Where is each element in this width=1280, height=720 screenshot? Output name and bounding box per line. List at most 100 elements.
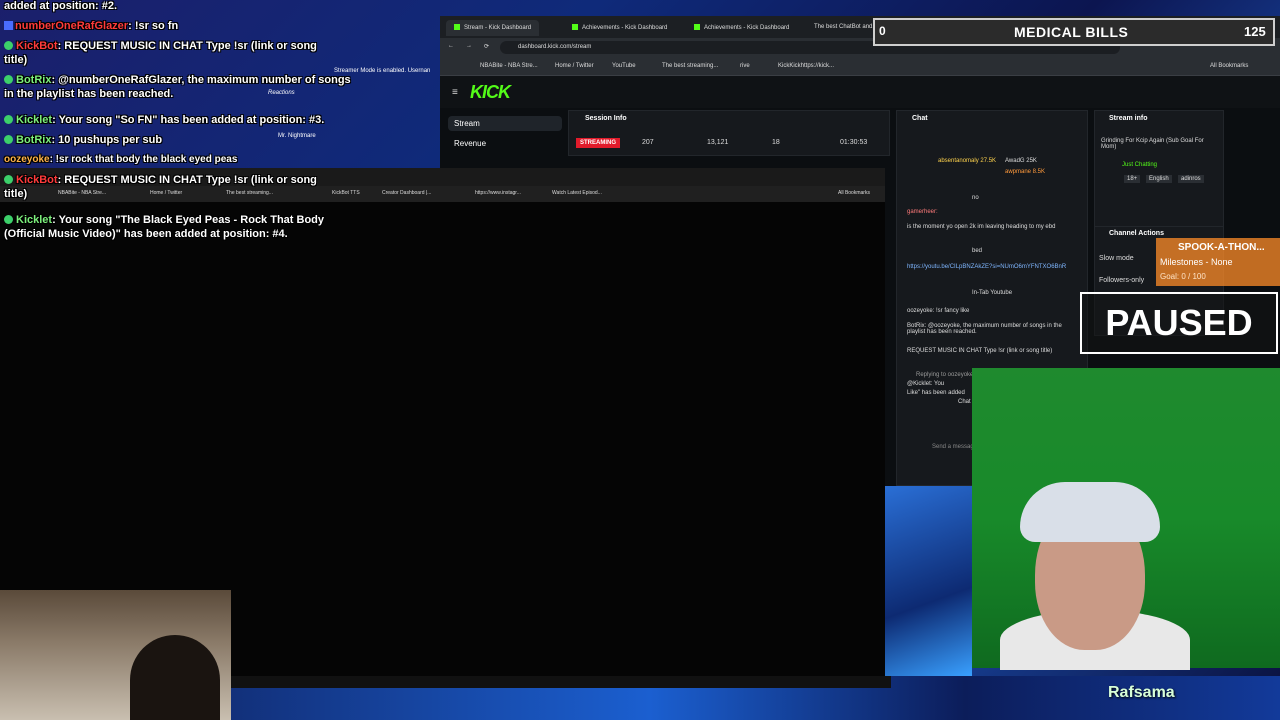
webcam-durag (1020, 482, 1160, 542)
followers-only-toggle[interactable]: Followers-only (1099, 277, 1144, 284)
chat-input[interactable]: Send a message (932, 444, 977, 450)
bookmark-kickbot-tts[interactable]: KickBot TTS (332, 190, 360, 196)
stream-tag: adinros (1178, 175, 1204, 183)
kick-header: ≡ (440, 76, 1280, 108)
stream-tag: English (1146, 175, 1172, 183)
overlay-line: numberOneRafGlazer: !sr so fn (4, 20, 178, 32)
taskbar-strip (231, 676, 891, 688)
chat-message: oozeyoke: !sr fancy like (907, 308, 970, 314)
overlay-line: BotRix: 10 pushups per sub (4, 134, 162, 146)
subs-count: 18 (772, 139, 780, 146)
overlay-line: BotRix: @numberOneRafGlazer, the maximum… (4, 74, 351, 86)
channel-actions-title: Channel Actions (1109, 230, 1164, 237)
tab-stream-dashboard[interactable]: Stream - Kick Dashboard (446, 20, 540, 36)
bookmark-nbabite[interactable]: NBABite - NBA Stre... (58, 190, 106, 196)
bookmark-nbabite[interactable]: NBABite - NBA Stre... (480, 63, 538, 69)
tab-label: The best ChatBot and... (814, 24, 878, 30)
goal-title: MEDICAL BILLS (1014, 24, 1129, 40)
overlay-user: numberOneRafGlazer (15, 20, 129, 32)
overlay-text: : 10 pushups per sub (51, 134, 163, 146)
bookmark-watch-latest[interactable]: Watch Latest Episod... (552, 190, 602, 196)
tab-label: Achievements - Kick Dashboard (582, 25, 668, 31)
tab-achievements-2[interactable]: Achievements - Kick Dashboard (686, 20, 797, 36)
bookmark-creator-dashboard[interactable]: Creator Dashboard |... (382, 190, 431, 196)
overlay-text: : @numberOneRafGlazer, the maximum numbe… (51, 74, 351, 86)
chat-tab[interactable]: Chat (958, 399, 971, 405)
in-tab-youtube[interactable]: In-Tab Youtube (972, 290, 1012, 296)
spookathon-milestones: Milestones - None (1160, 257, 1233, 267)
stream-info-panel (1094, 110, 1224, 230)
overlay-user: Kicklet (16, 214, 53, 226)
overlay-text: : Your song "The Black Eyed Peas - Rock … (52, 214, 325, 226)
spookathon-title: SPOOK-A-THON... (1178, 242, 1265, 253)
badge-icon (4, 215, 13, 224)
stream-art-panel (885, 486, 972, 676)
overlay-text: added at position: #2. (4, 0, 118, 12)
nightmare-label: Mr. Nightmare (278, 133, 316, 139)
goal-current: 0 (879, 24, 886, 38)
overlay-text: : !sr rock that body the black eyed peas (49, 154, 238, 165)
bookmark-rive[interactable]: rive (740, 63, 750, 69)
chat-message: gamerheer: (907, 209, 938, 215)
overlay-text: in the playlist has been reached. (4, 88, 174, 100)
tab-achievements-1[interactable]: Achievements - Kick Dashboard (564, 20, 675, 36)
chat-title: Chat (912, 115, 928, 122)
reply-indicator: Replying to oozeyoke (916, 372, 974, 378)
menu-icon[interactable]: ≡ (452, 87, 458, 98)
chat-message: no (972, 195, 979, 201)
stream-title: Grinding For Kcip Again (Sub Goal For Mo… (1101, 138, 1204, 150)
kick-logo[interactable]: KICK (470, 82, 511, 103)
bookmark-kick[interactable]: KickKickhttps://kick... (778, 63, 834, 69)
viewers-count: 207 (642, 139, 654, 146)
back-icon[interactable]: ← (448, 43, 454, 49)
overlay-user: oozeyoke (4, 154, 50, 165)
bookmark-twitter[interactable]: Home / Twitter (150, 190, 182, 196)
overlay-user: KickBot (16, 174, 58, 186)
kick-favicon-icon (694, 24, 700, 30)
slow-mode-toggle[interactable]: Slow mode (1099, 255, 1134, 262)
followers-count: 13,121 (707, 139, 729, 146)
overlay-line: Kicklet: Your song "So FN" has been adde… (4, 114, 324, 126)
status-badge: STREAMING (576, 138, 620, 148)
overlay-user: KickBot (16, 40, 58, 52)
all-bookmarks[interactable]: All Bookmarks (1210, 63, 1248, 69)
sidebar-item-stream[interactable]: Stream (448, 116, 562, 131)
overlay-line: in the playlist has been reached. (4, 88, 173, 100)
bookmark-streaming[interactable]: The best streaming... (226, 190, 273, 196)
badge-icon (4, 41, 13, 50)
streamer-mode-notice: Streamer Mode is enabled. Usernan (334, 68, 431, 74)
bookmark-youtube[interactable]: YouTube (612, 63, 636, 69)
bookmark-streaming[interactable]: The best streaming... (662, 63, 718, 69)
sidebar-item-revenue[interactable]: Revenue (448, 136, 562, 151)
chat-message: bed (972, 248, 983, 254)
bookmark-instagram[interactable]: https://www.instagr... (475, 190, 521, 196)
overlay-text: title) (4, 54, 28, 66)
forward-icon[interactable]: → (466, 43, 472, 49)
paused-overlay: PAUSED (1080, 292, 1278, 354)
sidebar-item-label: Revenue (454, 139, 487, 148)
kick-favicon-icon (454, 24, 460, 30)
chat-message: REQUEST MUSIC IN CHAT Type !sr (link or … (907, 348, 1053, 354)
bookmark-twitter[interactable]: Home / Twitter (555, 63, 594, 69)
overlay-line: KickBot: REQUEST MUSIC IN CHAT Type !sr … (4, 40, 317, 52)
overlay-text: : REQUEST MUSIC IN CHAT Type !sr (link o… (57, 40, 317, 52)
stream-duration: 01:30:53 (840, 139, 868, 146)
dark-bookmarks-bar: NBABite - NBA Stre... Home / Twitter The… (0, 186, 885, 202)
goal-target: 125 (1244, 24, 1266, 39)
tab-label: Stream - Kick Dashboard (464, 25, 532, 31)
all-bookmarks[interactable]: All Bookmarks (838, 190, 870, 196)
chat-link[interactable]: https://youtu.be/CILpBNZAkZE?si=NUmO6mYF… (907, 264, 1067, 270)
badge-icon (4, 175, 13, 184)
stream-category[interactable]: Just Chatting (1122, 162, 1157, 168)
tab-label: Achievements - Kick Dashboard (704, 25, 790, 31)
chat-message: is the moment yo open 2k im leaving head… (907, 224, 1056, 230)
spookathon-goal: Goal: 0 / 100 (1160, 272, 1206, 281)
badge-icon (4, 75, 13, 84)
overlay-user: BotRix (16, 74, 52, 86)
reload-icon[interactable]: ⟳ (484, 43, 489, 50)
overlay-line: Kicklet: Your song "The Black Eyed Peas … (4, 214, 324, 226)
brand-logo: Rafsama (1108, 684, 1175, 701)
session-info-title: Session Info (585, 115, 627, 122)
kick-bookmarks-bar: NBABite - NBA Stre... Home / Twitter You… (440, 56, 1280, 76)
top-gifter-1: absentanomaly 27.5K (938, 158, 997, 164)
